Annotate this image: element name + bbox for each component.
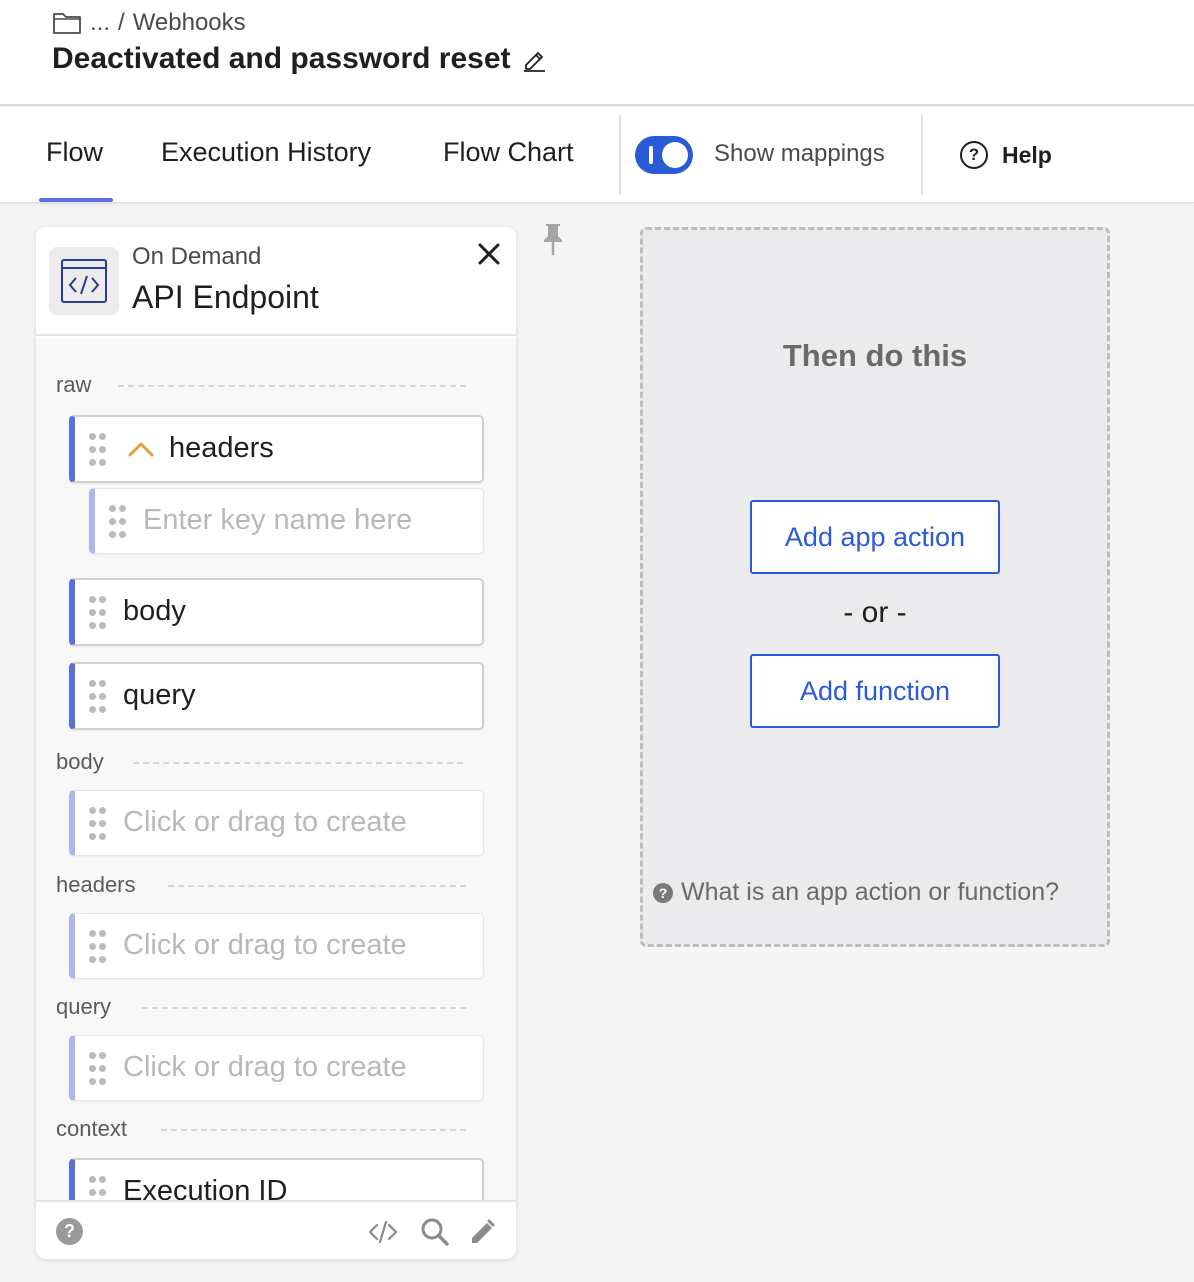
close-icon[interactable] xyxy=(476,241,502,267)
api-endpoint-icon xyxy=(49,247,119,315)
section-label-query: query xyxy=(56,994,112,1019)
drag-handle-icon[interactable] xyxy=(89,433,106,467)
breadcrumb-separator: / xyxy=(118,9,125,36)
search-icon[interactable] xyxy=(419,1216,451,1248)
tab-flow-chart[interactable]: Flow Chart xyxy=(443,137,574,168)
breadcrumb: ... / Webhooks xyxy=(52,9,246,37)
help-circle-icon[interactable]: ? xyxy=(56,1218,83,1245)
create-placeholder: Click or drag to create xyxy=(123,929,407,961)
help-button[interactable]: ? Help xyxy=(960,141,1052,169)
field-raw-query[interactable]: query xyxy=(69,662,484,730)
drag-handle-icon[interactable] xyxy=(89,930,106,964)
chevron-up-icon[interactable] xyxy=(127,439,155,459)
trigger-card: On Demand API Endpoint raw headers Enter… xyxy=(36,227,516,1259)
create-field-body[interactable]: Click or drag to create xyxy=(69,790,484,856)
section-divider xyxy=(142,1007,466,1009)
drag-handle-icon[interactable] xyxy=(109,505,126,539)
trigger-type-label: On Demand xyxy=(132,243,262,270)
create-field-query[interactable]: Click or drag to create xyxy=(69,1035,484,1101)
field-label: body xyxy=(123,595,186,627)
divider xyxy=(619,115,621,195)
question-icon: ? xyxy=(653,882,673,903)
pencil-icon[interactable] xyxy=(466,1216,498,1248)
drag-handle-icon[interactable] xyxy=(89,680,106,714)
title-row: Deactivated and password reset xyxy=(52,42,547,76)
drag-handle-icon[interactable] xyxy=(89,596,106,630)
tab-flow[interactable]: Flow xyxy=(46,137,103,168)
section-label-context: context xyxy=(56,1116,127,1141)
section-divider xyxy=(133,762,463,764)
show-mappings-label[interactable]: Show mappings xyxy=(714,140,885,168)
what-is-action-text: What is an app action or function? xyxy=(681,878,1060,906)
page-header: ... / Webhooks Deactivated and password … xyxy=(0,0,1194,106)
toggle-knob xyxy=(662,142,688,168)
folder-icon[interactable] xyxy=(52,11,82,35)
active-tab-indicator xyxy=(39,198,113,202)
drag-handle-icon[interactable] xyxy=(89,1052,106,1086)
divider xyxy=(921,115,923,195)
trigger-card-footer: ? xyxy=(36,1200,516,1259)
section-label-headers: headers xyxy=(56,872,136,897)
field-context-execution-id[interactable]: Execution ID xyxy=(69,1158,484,1200)
tab-bar: Flow Execution History Flow Chart Show m… xyxy=(0,107,1194,203)
pin-icon[interactable] xyxy=(540,222,566,256)
field-raw-body[interactable]: body xyxy=(69,578,484,646)
toggle-on-mark xyxy=(649,146,653,164)
code-icon[interactable] xyxy=(367,1216,399,1248)
trigger-card-header: On Demand API Endpoint xyxy=(36,227,516,336)
section-divider xyxy=(161,1129,466,1131)
section-label-body: body xyxy=(56,749,104,774)
add-app-action-button[interactable]: Add app action xyxy=(750,500,1000,574)
field-label: headers xyxy=(169,432,274,464)
trigger-fields-panel[interactable]: raw headers Enter key name here body que… xyxy=(36,338,516,1200)
drag-handle-icon[interactable] xyxy=(89,1176,106,1200)
key-name-input[interactable]: Enter key name here xyxy=(89,488,484,554)
or-separator: - or - xyxy=(843,596,907,629)
breadcrumb-ellipsis[interactable]: ... xyxy=(90,9,110,37)
breadcrumb-current[interactable]: Webhooks xyxy=(133,9,246,37)
tab-execution-history[interactable]: Execution History xyxy=(161,137,371,168)
field-raw-headers[interactable]: headers xyxy=(69,415,484,483)
next-step-dropzone[interactable]: Then do this Add app action - or - Add f… xyxy=(640,227,1110,947)
help-label: Help xyxy=(1002,141,1052,168)
pencil-edit-icon[interactable] xyxy=(521,46,547,72)
page-title: Deactivated and password reset xyxy=(52,42,511,75)
create-field-headers[interactable]: Click or drag to create xyxy=(69,913,484,979)
section-label-raw: raw xyxy=(56,372,92,397)
section-divider xyxy=(118,385,466,387)
drag-handle-icon[interactable] xyxy=(89,807,106,841)
question-circle-icon: ? xyxy=(960,141,988,169)
add-function-button[interactable]: Add function xyxy=(750,654,1000,728)
create-placeholder: Click or drag to create xyxy=(123,806,407,838)
next-step-title: Then do this xyxy=(782,338,968,373)
field-label: query xyxy=(123,679,196,711)
section-divider xyxy=(168,885,466,887)
field-label: Execution ID xyxy=(123,1175,288,1200)
trigger-title: API Endpoint xyxy=(132,279,319,315)
create-placeholder: Click or drag to create xyxy=(123,1051,407,1083)
what-is-action-link[interactable]: ? What is an app action or function? xyxy=(653,878,1059,907)
key-name-placeholder: Enter key name here xyxy=(143,504,413,536)
show-mappings-toggle[interactable] xyxy=(635,136,693,174)
